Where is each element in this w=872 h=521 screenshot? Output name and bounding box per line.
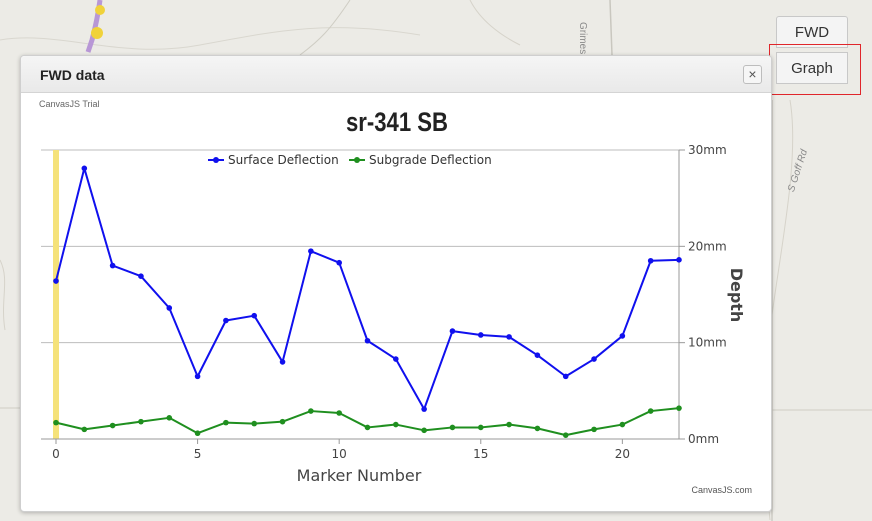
close-icon: × [748,66,757,82]
tab-fwd[interactable]: FWD [776,16,848,48]
close-button[interactable]: × [743,65,762,84]
dialog-header[interactable]: FWD data × [21,56,771,93]
dialog-title: FWD data [40,67,105,83]
tab-graph[interactable]: Graph [776,52,848,84]
fwd-data-dialog: FWD data × [20,55,772,512]
